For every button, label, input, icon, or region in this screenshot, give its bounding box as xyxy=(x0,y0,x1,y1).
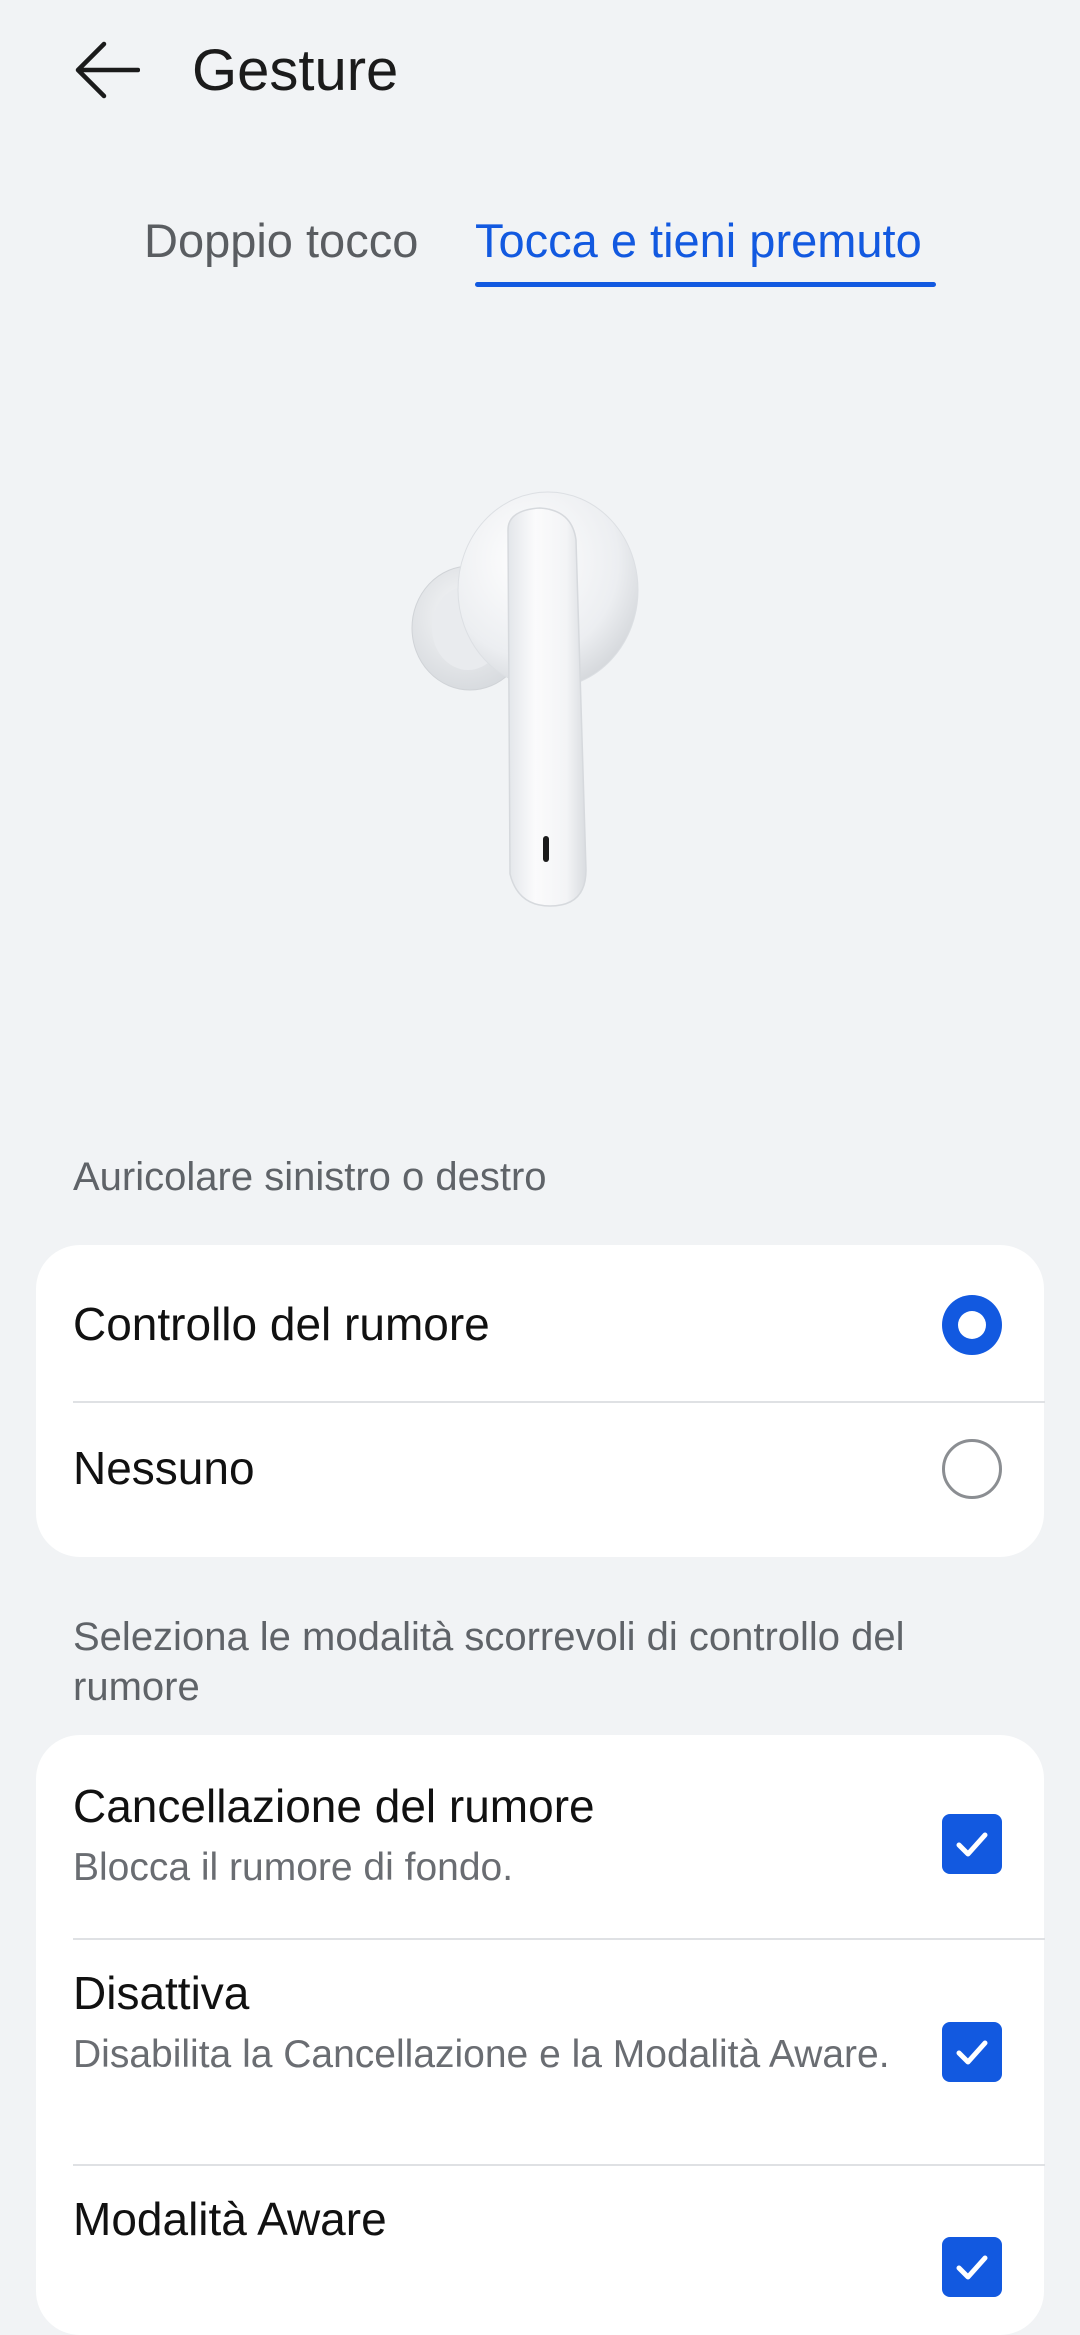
checkbox-checked[interactable] xyxy=(942,1814,1002,1874)
earbud-option-card: Controllo del rumore Nessuno xyxy=(36,1245,1045,1557)
active-tab-indicator xyxy=(475,282,936,287)
tab-bar: Doppio tocco Tocca e tieni premuto xyxy=(0,200,1080,300)
section-label-modes: Seleziona le modalità scorrevoli di cont… xyxy=(73,1615,905,1709)
mode-off[interactable]: Disattiva Disabilita la Cancellazione e … xyxy=(36,1940,1044,2164)
checkbox-checked[interactable] xyxy=(942,2022,1002,2082)
checkmark-icon xyxy=(956,2255,988,2280)
tab-double-tap[interactable]: Doppio tocco xyxy=(144,208,418,274)
tab-touch-and-hold[interactable]: Tocca e tieni premuto xyxy=(475,208,922,274)
mode-subtitle: Blocca il rumore di fondo. xyxy=(73,1846,514,1889)
page-title: Gesture xyxy=(192,38,399,103)
checkmark-icon xyxy=(956,2040,988,2065)
noise-modes-card: Cancellazione del rumore Blocca il rumor… xyxy=(36,1735,1045,2335)
mode-aware[interactable]: Modalità Aware xyxy=(36,2166,1044,2335)
checkbox-checked[interactable] xyxy=(942,2237,1002,2297)
mode-title: Disattiva xyxy=(73,1967,250,2019)
radio-selected[interactable] xyxy=(942,1295,1002,1355)
option-none[interactable]: Nessuno xyxy=(36,1403,1044,1557)
section-label-earbud: Auricolare sinistro o destro xyxy=(73,1155,547,1199)
mode-title: Cancellazione del rumore xyxy=(73,1780,595,1832)
top-app-bar: Gesture xyxy=(0,0,1080,150)
radio-unselected[interactable] xyxy=(942,1439,1002,1499)
option-label: Nessuno xyxy=(73,1442,255,1494)
checkmark-icon xyxy=(956,1832,988,1857)
back-button[interactable] xyxy=(62,30,152,110)
earbud-illustration xyxy=(411,491,639,907)
arrow-left-icon xyxy=(75,41,140,99)
mode-subtitle: Disabilita la Cancellazione e la Modalit… xyxy=(73,2033,890,2076)
option-label: Controllo del rumore xyxy=(73,1298,490,1350)
option-noise-control[interactable]: Controllo del rumore xyxy=(36,1245,1044,1401)
mode-title: Modalità Aware xyxy=(73,2193,387,2245)
mode-noise-cancellation[interactable]: Cancellazione del rumore Blocca il rumor… xyxy=(36,1735,1044,1938)
